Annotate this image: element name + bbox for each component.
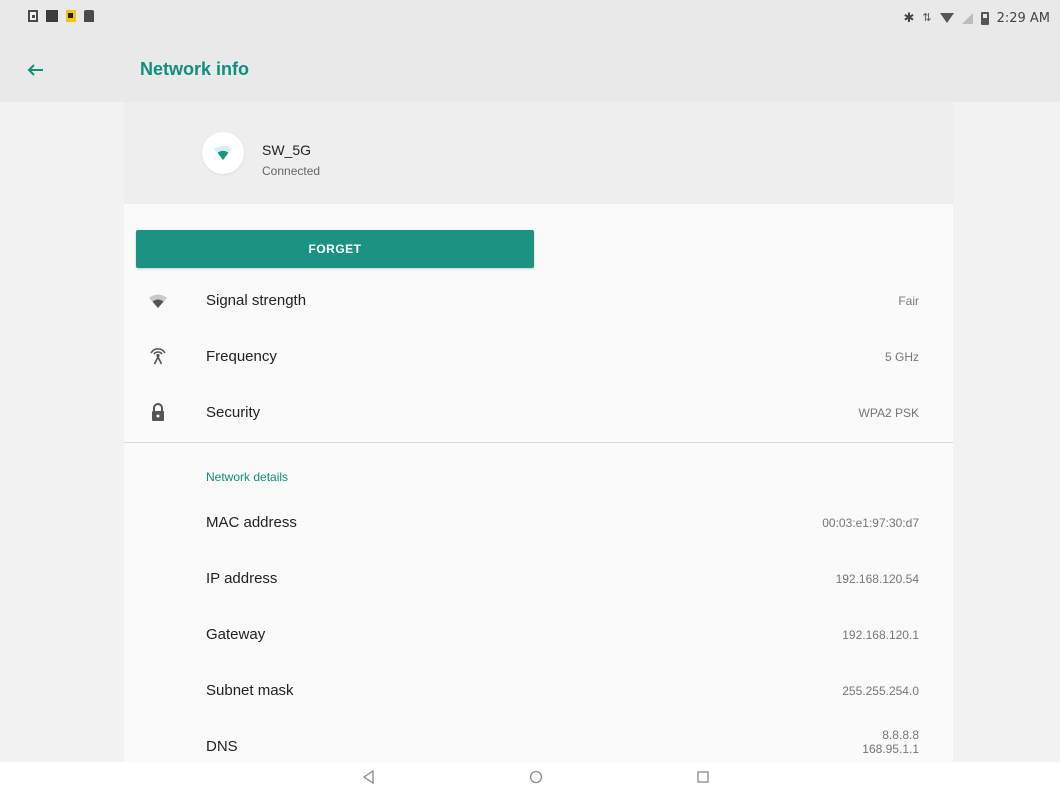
status-bar: ✱ ⇅ 2:29 AM [0,0,1060,38]
app-bar: Network info [0,38,1060,102]
connection-status: Connected [262,164,321,178]
frequency-value: 5 GHz [884,350,919,364]
photo-notification-icon [46,10,58,22]
navigation-bar [0,762,1060,790]
gateway-label: Gateway [206,626,266,643]
alert-notification-icon [66,10,76,22]
ip-address-label: IP address [206,570,278,587]
lock-icon [148,402,168,422]
security-value: WPA2 PSK [858,406,919,420]
status-indicators: ✱ ⇅ 2:29 AM [903,10,1050,26]
signal-strength-value: Fair [898,294,919,308]
dns-values: 8.8.8.8 168.95.1.1 [862,728,919,756]
home-icon[interactable] [527,768,545,786]
wifi-icon [939,13,954,23]
mac-address-label: MAC address [206,514,297,531]
subnet-mask-row: Subnet mask 255.255.254.0 [124,664,953,720]
status-time: 2:29 AM [996,10,1050,26]
image-notification-icon [28,10,38,22]
dns-label: DNS [206,738,238,755]
data-arrows-icon: ⇅ [922,12,932,24]
mac-address-row: MAC address 00:03:e1:97:30:d7 [124,496,953,552]
dns-value-secondary: 168.95.1.1 [862,742,919,756]
wifi-status-icon [202,132,244,174]
frequency-label: Frequency [206,348,277,365]
frequency-row: Frequency 5 GHz [124,330,953,386]
battery-icon [980,11,989,25]
bluetooth-icon: ✱ [903,10,915,25]
cell-signal-icon [961,12,973,24]
security-row: Security WPA2 PSK [124,386,953,442]
network-info-panel: SW_5G Connected FORGET Signal strength F… [124,102,953,762]
subnet-mask-label: Subnet mask [206,682,294,699]
back-icon[interactable] [360,768,378,786]
wifi-signal-icon [148,290,168,310]
security-label: Security [206,404,261,421]
antenna-icon [148,346,168,366]
dns-value-primary: 8.8.8.8 [882,728,919,742]
signal-strength-label: Signal strength [206,292,307,309]
forget-button[interactable]: FORGET [136,230,534,268]
signal-strength-row: Signal strength Fair [124,274,953,330]
back-arrow-icon[interactable] [22,56,50,84]
notification-icons [28,10,94,24]
gateway-row: Gateway 192.168.120.1 [124,608,953,664]
network-header: SW_5G Connected [124,102,953,204]
ip-address-value: 192.168.120.54 [835,572,919,586]
mac-address-value: 00:03:e1:97:30:d7 [822,516,919,530]
page-title: Network info [140,59,250,79]
subnet-mask-value: 255.255.254.0 [842,684,919,698]
sd-card-icon [84,10,94,22]
section-divider [124,442,953,443]
gateway-value: 192.168.120.1 [842,628,919,642]
dns-row: DNS [124,720,953,762]
network-ssid: SW_5G [262,142,312,158]
ip-address-row: IP address 192.168.120.54 [124,552,953,608]
network-details-header: Network details [206,470,289,484]
recents-icon[interactable] [694,768,712,786]
